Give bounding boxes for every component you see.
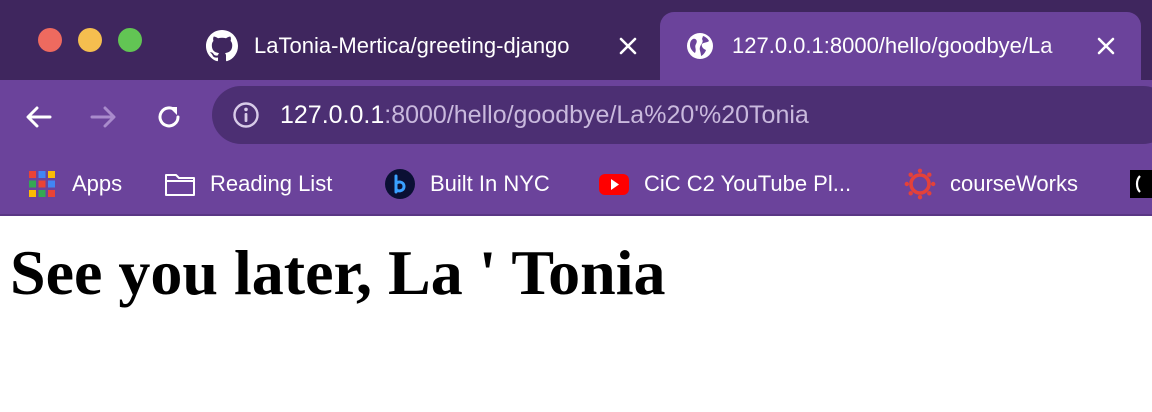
forward-arrow-icon[interactable] <box>86 100 120 134</box>
bookmark-overflow-item[interactable] <box>1130 164 1152 204</box>
bookmark-label: Apps <box>72 171 123 196</box>
bookmark-label: CiC C2 YouTube Pl... <box>644 171 852 196</box>
github-icon <box>206 30 238 62</box>
bookmark-label: Built In NYC <box>430 171 550 196</box>
address-bar[interactable]: 127.0.0.1:8000/hello/goodbye/La%20'%20To… <box>212 86 1152 144</box>
bookmark-label: Reading List <box>210 171 333 196</box>
globe-icon <box>687 33 713 59</box>
reload-icon[interactable] <box>152 100 186 134</box>
canvas-logo-icon <box>904 168 936 200</box>
bookmark-cic-youtube[interactable]: CiC C2 YouTube Pl... <box>598 164 851 204</box>
youtube-icon <box>599 174 629 195</box>
info-icon[interactable] <box>232 101 260 129</box>
builtin-logo-icon <box>385 169 415 199</box>
minimize-window-button[interactable] <box>78 28 102 52</box>
close-tab-icon[interactable] <box>616 34 640 58</box>
tab-title: 127.0.0.1:8000/hello/goodbye/La <box>732 33 1053 58</box>
url-host: 127.0.0.1 <box>280 101 385 129</box>
zoom-window-button[interactable] <box>118 28 142 52</box>
toolbar: 127.0.0.1:8000/hello/goodbye/La%20'%20To… <box>0 80 1152 154</box>
folder-icon <box>165 174 195 196</box>
bookmark-reading-list[interactable]: Reading List <box>164 164 332 204</box>
bookmark-apps[interactable]: Apps <box>26 164 122 204</box>
extra-bookmark-icon <box>1130 170 1152 198</box>
tab-github[interactable]: LaTonia-Mertica/greeting-django <box>192 12 658 80</box>
tab-localhost[interactable]: 127.0.0.1:8000/hello/goodbye/La <box>660 12 1141 80</box>
bookmark-label: courseWorks <box>950 171 1078 196</box>
apps-grid-icon <box>29 171 55 197</box>
tab-title-fade <box>1046 28 1086 64</box>
page-content: See you later, La ' Tonia <box>0 216 1152 412</box>
tab-strip: LaTonia-Mertica/greeting-django 127.0.0.… <box>0 0 1152 80</box>
url-text[interactable]: 127.0.0.1:8000/hello/goodbye/La%20'%20To… <box>280 100 809 130</box>
close-window-button[interactable] <box>38 28 62 52</box>
back-arrow-icon[interactable] <box>22 100 56 134</box>
bookmark-built-in-nyc[interactable]: Built In NYC <box>384 164 550 204</box>
page-heading: See you later, La ' Tonia <box>10 237 666 308</box>
bookmark-courseworks[interactable]: courseWorks <box>904 164 1078 204</box>
url-path: :8000/hello/goodbye/La%20'%20Tonia <box>384 101 809 129</box>
tab-title-fade <box>568 28 608 64</box>
bookmarks-bar: Apps Reading List Built In NYC CiC C2 Yo… <box>0 154 1152 216</box>
close-tab-icon[interactable] <box>1094 34 1118 58</box>
browser-window: LaTonia-Mertica/greeting-django 127.0.0.… <box>0 0 1152 412</box>
tab-title: LaTonia-Mertica/greeting-django <box>254 33 570 58</box>
